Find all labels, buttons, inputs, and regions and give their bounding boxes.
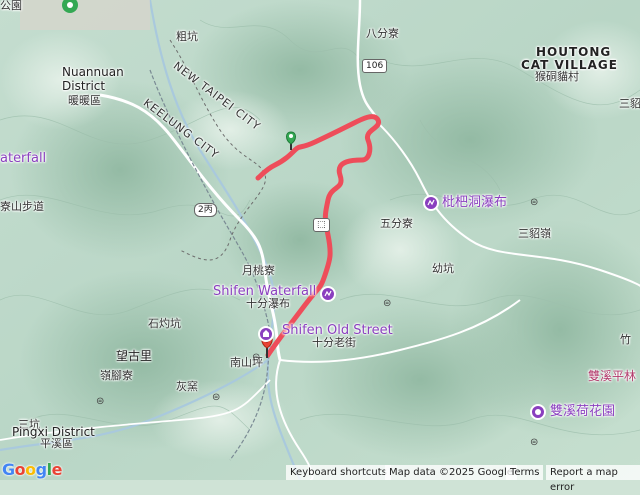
poi-shifen-street-icon[interactable]: [258, 326, 274, 342]
label-wufenliao: 五分寮: [380, 217, 413, 230]
label-pingxi-zh: 平溪區: [40, 437, 73, 450]
label-shishaokeng: 石灼坑: [148, 317, 181, 330]
poi-pipadong-icon[interactable]: [423, 195, 439, 211]
keyboard-shortcuts-link[interactable]: Keyboard shortcuts: [286, 465, 391, 480]
label-nuannuan-zh: 暖暖區: [68, 94, 101, 107]
poi-lotus-icon[interactable]: [530, 404, 546, 420]
map-data-attribution: Map data ©2025 Google: [385, 465, 517, 480]
label-shifen-street-zh: 十分老街: [312, 336, 356, 349]
rail-station-icon: ⊜: [530, 437, 539, 448]
rail-station-icon: ⊜: [530, 197, 539, 208]
terms-link[interactable]: Terms: [506, 465, 544, 480]
rail-station-icon: ⊜: [383, 298, 392, 309]
label-shifen-waterfall-zh: 十分瀑布: [246, 297, 290, 310]
label-huiyao: 灰窯: [176, 380, 198, 393]
label-sandiaoling: 三貂嶺: [619, 97, 640, 110]
label-wangguli: 望古里: [116, 349, 153, 363]
label-shuangxi-pinglin: 雙溪平林: [588, 369, 637, 383]
rail-station-icon: ⊜: [96, 396, 105, 407]
rail-station-icon: ⊜: [212, 392, 221, 403]
label-houtong-zh: 猴硐貓村: [535, 70, 579, 83]
town-area: [20, 0, 150, 30]
label-pipadong[interactable]: 枇杷洞瀑布: [442, 195, 507, 210]
route-small-shield: ⬚: [313, 218, 330, 232]
label-nuannuan-en1: Nuannuan: [62, 65, 124, 79]
label-zhu: 竹: [620, 333, 631, 346]
label-youkeng: 幼坑: [432, 262, 454, 275]
label-nuannuan-en2: District: [62, 79, 106, 93]
report-map-error-link[interactable]: Report a map error: [546, 465, 640, 493]
label-bafenliao: 八分寮: [366, 27, 399, 40]
label-shuangxi-lotus[interactable]: 雙溪荷花園: [550, 404, 615, 419]
poi-shifen-waterfall-icon[interactable]: [320, 286, 336, 302]
label-lingjiaoliao: 嶺腳寮: [100, 369, 133, 382]
label-left-top: 公園: [0, 0, 22, 12]
rail-station-icon: ⊜: [252, 352, 261, 363]
label-zhukeng: 粗坑: [176, 30, 198, 43]
label-sandiaoling2: 三貂嶺: [518, 227, 551, 240]
label-yuetaoliao: 月桃寮: [242, 264, 275, 277]
route-2bing-shield: 2丙: [194, 203, 217, 217]
label-left-waterfall: aterfall: [0, 151, 47, 166]
google-logo[interactable]: Google: [2, 460, 62, 479]
route-106-shield: 106: [362, 59, 388, 73]
label-left-trail: 寮山步道: [0, 200, 44, 213]
